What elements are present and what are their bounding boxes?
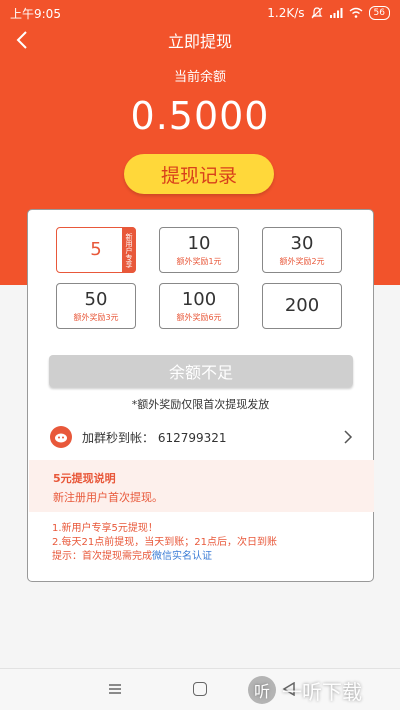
rules-list: 1.新用户专享5元提现！ 2.每天21点前提现，当天到账；21点后，次日到账 提… xyxy=(52,522,362,564)
withdraw-explanation: 5元提现说明 新注册用户首次提现。 xyxy=(29,460,374,512)
option-value: 50 xyxy=(84,288,108,310)
explanation-desc: 新注册用户首次提现。 xyxy=(53,491,163,504)
option-value: 100 xyxy=(181,288,217,310)
page-title: 立即提现 xyxy=(167,32,232,51)
balance-label: 当前余额 xyxy=(173,70,226,85)
network-speed: 1.2K/s xyxy=(267,6,305,20)
rule-tip: 提示：首次提现需完成 xyxy=(52,551,152,562)
option-value: 200 xyxy=(284,295,320,316)
option-value: 30 xyxy=(290,232,314,254)
group-avatar-icon xyxy=(50,426,72,448)
group-text: 加群秒到帐： 612799321 xyxy=(82,430,227,445)
amount-option-30[interactable]: 30 额外奖励2元 xyxy=(262,227,342,273)
option-value: 10 xyxy=(187,232,211,254)
amount-option-50[interactable]: 50 额外奖励3元 xyxy=(56,283,136,329)
amount-option-5[interactable]: 5 新用户专享 xyxy=(56,227,136,273)
watermark: 听 一听下载 xyxy=(248,670,362,710)
menu-icon[interactable] xyxy=(108,682,122,696)
amount-option-200[interactable]: 200 xyxy=(262,283,342,329)
new-user-tag: 新用户专享 xyxy=(122,227,136,273)
explanation-title: 5元提现说明 xyxy=(53,472,116,485)
chevron-right-icon xyxy=(344,430,353,444)
option-bonus: 额外奖励2元 xyxy=(279,256,325,266)
rule-line-2: 2.每天21点前提现，当天到账；21点后，次日到账 xyxy=(52,537,277,548)
amount-option-10[interactable]: 10 额外奖励1元 xyxy=(159,227,239,273)
withdraw-record-button[interactable]: 提现记录 xyxy=(124,154,274,194)
rule-line-3: 提示：首次提现需完成微信实名认证 xyxy=(52,550,362,564)
option-bonus: 额外奖励6元 xyxy=(176,312,222,322)
option-bonus: 额外奖励1元 xyxy=(176,256,222,266)
option-bonus: 额外奖励3元 xyxy=(73,312,119,322)
withdraw-card: 5 新用户专享 10 额外奖励1元 30 额外奖励2元 50 额外奖励3元 10… xyxy=(27,209,374,582)
battery-indicator: 56 xyxy=(368,6,390,20)
bonus-note: *额外奖励仅限首次提现发放 xyxy=(131,398,270,411)
home-icon[interactable] xyxy=(193,682,207,696)
watermark-logo-icon: 听 xyxy=(248,676,276,704)
option-value: 5 xyxy=(90,239,102,260)
wifi-icon xyxy=(349,7,362,18)
amount-option-100[interactable]: 100 额外奖励6元 xyxy=(159,283,239,329)
rule-line-1: 1.新用户专享5元提现！ xyxy=(52,523,158,534)
back-button[interactable] xyxy=(10,28,34,52)
nav-bar: 立即提现 xyxy=(0,26,400,54)
balance-value: 0.5000 xyxy=(130,94,270,138)
mute-icon xyxy=(311,7,322,19)
wechat-verify-link[interactable]: 微信实名认证 xyxy=(152,551,212,562)
status-bar: 上午9:05 1.2K/s 56 xyxy=(10,4,390,22)
chevron-left-icon xyxy=(16,31,27,49)
status-time: 上午9:05 xyxy=(10,6,61,21)
insufficient-balance-button[interactable]: 余额不足 xyxy=(49,355,353,387)
join-group-row[interactable]: 加群秒到帐： 612799321 xyxy=(50,425,356,449)
watermark-text: 一听下载 xyxy=(282,679,362,704)
signal-icon xyxy=(329,8,343,18)
